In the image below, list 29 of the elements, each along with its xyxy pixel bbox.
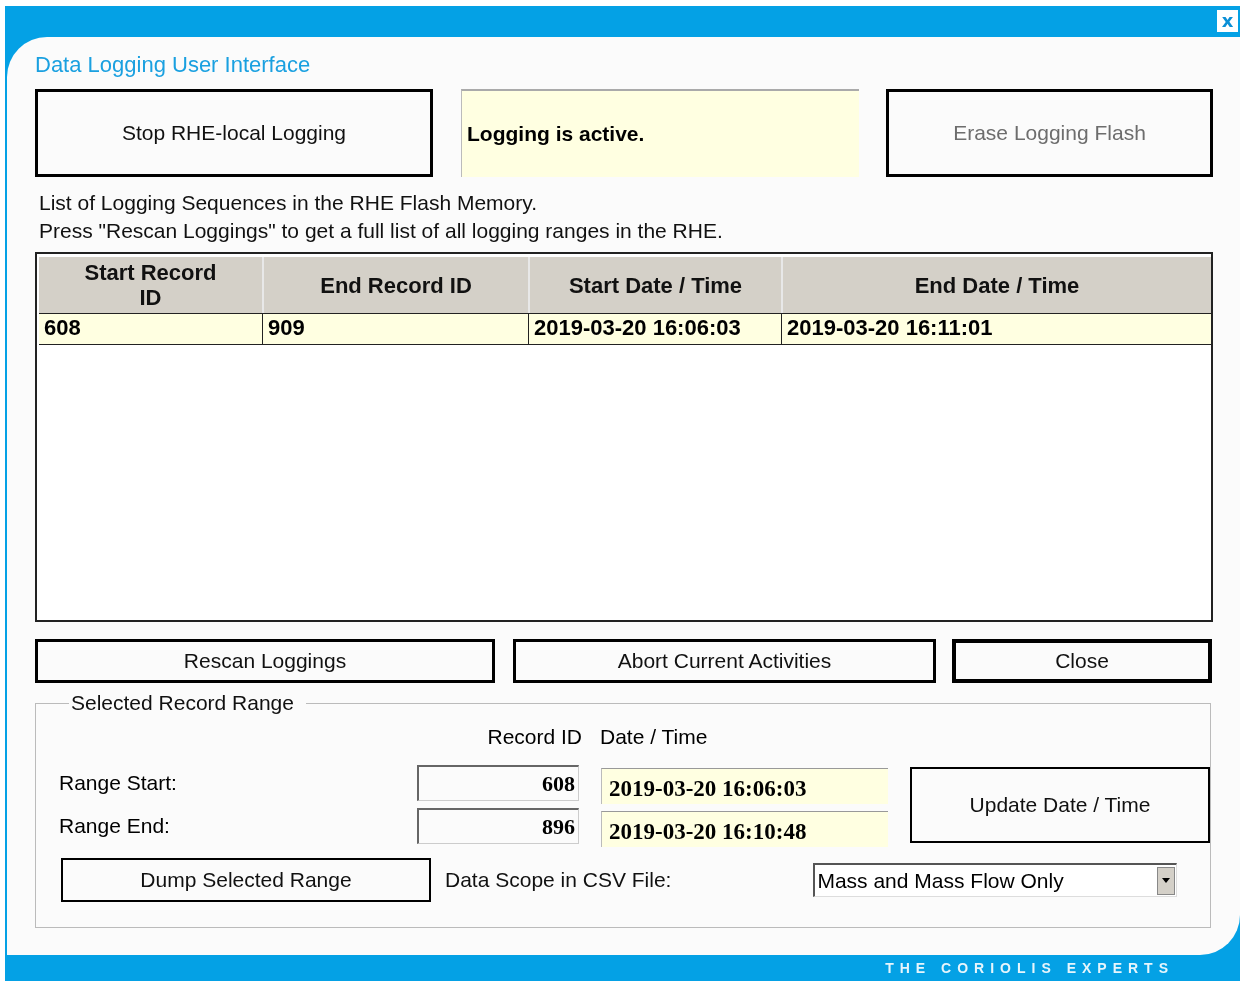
status-message: Logging is active. xyxy=(461,89,859,177)
range-label: Range Start: xyxy=(59,770,177,796)
update-date-time-button[interactable]: Update Date / Time xyxy=(910,767,1210,843)
table-cell-text: 608 xyxy=(43,314,82,342)
group-title: Selected Record Range xyxy=(70,691,295,715)
dump-range-button[interactable]: Dump Selected Range xyxy=(61,858,431,902)
table-row[interactable]: 608 909 2019-03-20 16:06:03 2019-03-20 16:11:01 xyxy=(39,313,1211,345)
column-label: Record ID xyxy=(487,725,582,749)
description-text: Press "Rescan Loggings" to get a full list of all logging ranges in the RHE. xyxy=(39,218,723,244)
scope-label: Data Scope in CSV File: xyxy=(445,868,672,892)
record-id-field[interactable]: 608 xyxy=(417,765,579,801)
column-label: Date / Time xyxy=(600,725,708,749)
close-dialog-button[interactable]: Close xyxy=(952,639,1212,683)
tagline: THE CORIOLIS EXPERTS xyxy=(885,960,1174,976)
window-close-button[interactable]: x xyxy=(1217,10,1238,32)
range-label: Range End: xyxy=(59,813,170,839)
table-cell: 2019-03-20 16:06:03 xyxy=(528,314,781,344)
table-cell: 909 xyxy=(262,314,528,344)
date-time-field[interactable]: 2019-03-20 16:10:48 xyxy=(601,811,888,847)
description-text: List of Logging Sequences in the RHE Flash Memory. xyxy=(39,190,538,216)
column-header: Start Record ID xyxy=(83,259,218,312)
rescan-button[interactable]: Rescan Loggings xyxy=(35,639,495,683)
window-title: Data Logging User Interface xyxy=(35,51,311,79)
date-time-field[interactable]: 2019-03-20 16:06:03 xyxy=(601,768,888,804)
record-id-field[interactable]: 896 xyxy=(417,808,579,844)
abort-button[interactable]: Abort Current Activities xyxy=(513,639,936,683)
scope-dropdown[interactable]: Mass and Mass Flow Only xyxy=(813,863,1178,897)
stop-logging-button[interactable]: Stop RHE-local Logging xyxy=(35,89,433,177)
table-cell: 2019-03-20 16:11:01 xyxy=(781,314,1211,344)
